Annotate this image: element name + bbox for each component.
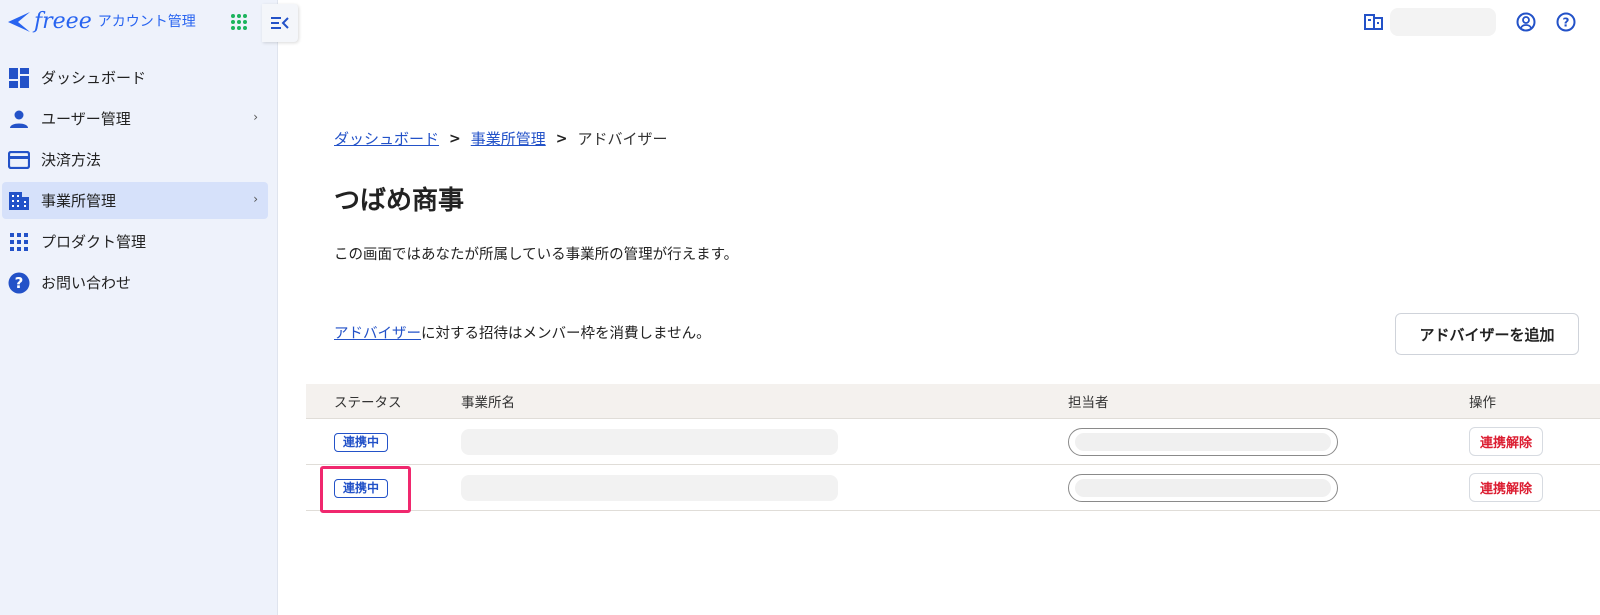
advisor-note: アドバイザーに対する招待はメンバー枠を消費しません。 — [334, 322, 711, 343]
advisor-note-text: に対する招待はメンバー枠を消費しません。 — [421, 326, 711, 342]
advisor-help-link[interactable]: アドバイザー — [334, 326, 421, 342]
sidebar-item-users[interactable]: ユーザー管理 › — [0, 100, 268, 137]
table-header: ステータス 事業所名 担当者 操作 — [306, 384, 1600, 419]
assignee-placeholder — [1068, 427, 1338, 456]
svg-text:?: ? — [15, 274, 24, 292]
sidebar-item-office-management[interactable]: 事業所管理 › — [2, 182, 268, 219]
table-row: 連携中 連携解除 — [306, 419, 1600, 465]
chevron-right-icon: › — [253, 110, 258, 124]
freee-logo[interactable]: freee アカウント管理 — [6, 6, 196, 36]
column-header-action: 操作 — [1469, 395, 1496, 411]
sidebar-item-dashboard[interactable]: ダッシュボード — [0, 59, 268, 96]
column-header-status: ステータス — [334, 395, 402, 411]
chevron-right-icon: › — [253, 192, 258, 206]
sidebar-item-label: お問い合わせ — [41, 274, 132, 292]
app-switcher-icon[interactable] — [231, 14, 247, 30]
column-header-assignee: 担当者 — [1068, 395, 1109, 411]
sidebar-item-products[interactable]: プロダクト管理 — [0, 223, 268, 260]
help-circle-icon: ? — [8, 272, 30, 294]
logo-subtitle: アカウント管理 — [97, 14, 196, 30]
building-icon — [8, 190, 30, 212]
sidebar-item-label: 決済方法 — [41, 151, 102, 169]
status-badge: 連携中 — [334, 433, 389, 452]
chevron-right-icon: > — [555, 130, 568, 147]
breadcrumb-office-management-link[interactable]: 事業所管理 — [471, 128, 546, 149]
grid-icon — [8, 231, 30, 253]
sidebar-item-contact[interactable]: ? お問い合わせ — [0, 264, 268, 301]
assignee-placeholder — [1068, 473, 1338, 502]
credit-card-icon — [8, 149, 30, 171]
sidebar-item-label: ダッシュボード — [41, 69, 147, 87]
page-title: つばめ商事 — [334, 186, 465, 216]
breadcrumb: ダッシュボード > 事業所管理 > アドバイザー — [334, 128, 668, 149]
office-name-placeholder — [461, 428, 838, 455]
sidebar-item-label: ユーザー管理 — [41, 110, 131, 128]
unlink-button[interactable]: 連携解除 — [1469, 473, 1544, 502]
advisor-table: ステータス 事業所名 担当者 操作 連携中 連携解除 連携中 連携解除 — [306, 384, 1600, 511]
breadcrumb-dashboard-link[interactable]: ダッシュボード — [334, 128, 439, 149]
sidebar-nav: ダッシュボード ユーザー管理 › 決済方法 事業所管理 › プロダクト管理 ? … — [0, 59, 278, 305]
column-header-office: 事業所名 — [461, 395, 515, 411]
dashboard-icon — [8, 67, 30, 89]
swallow-logo-icon — [8, 12, 30, 32]
highlight-box — [320, 466, 411, 513]
person-icon — [8, 108, 30, 130]
table-row: 連携中 連携解除 — [306, 465, 1600, 511]
unlink-button[interactable]: 連携解除 — [1469, 427, 1544, 456]
add-advisor-button[interactable]: アドバイザーを追加 — [1395, 313, 1579, 355]
sidebar-item-label: 事業所管理 — [41, 192, 117, 210]
sidebar: freee アカウント管理 ダッシュボード ユーザー管理 › 決済方法 事業所管… — [0, 0, 298, 615]
sidebar-item-payment[interactable]: 決済方法 — [0, 141, 268, 178]
chevron-right-icon: > — [449, 130, 461, 147]
office-name-placeholder — [461, 474, 838, 501]
logo-row: freee アカウント管理 — [0, 0, 298, 42]
main-content: ダッシュボード > 事業所管理 > アドバイザー つばめ商事 この画面ではあなた… — [278, 0, 1600, 615]
logo-text: freee — [34, 8, 92, 34]
page-description: この画面ではあなたが所属している事業所の管理が行えます。 — [334, 247, 739, 263]
sidebar-item-label: プロダクト管理 — [41, 233, 147, 251]
breadcrumb-current: アドバイザー — [577, 130, 668, 148]
